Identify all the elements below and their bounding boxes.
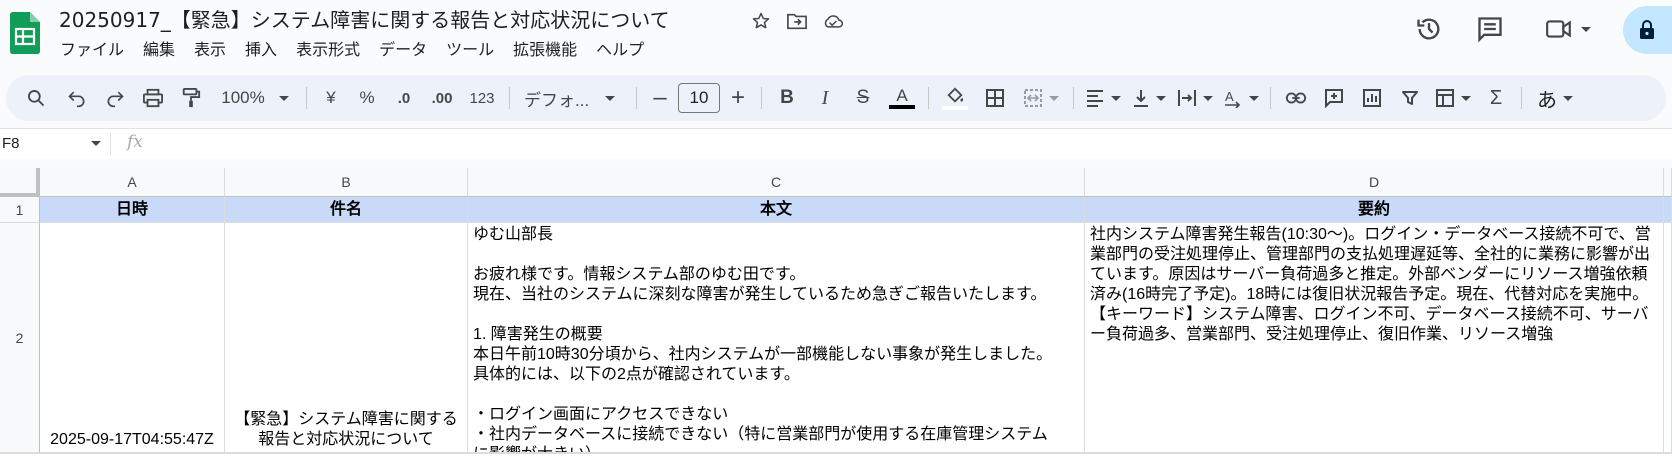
insert-chart-icon[interactable] bbox=[1353, 82, 1391, 114]
column-header-e[interactable] bbox=[1664, 168, 1672, 197]
number-format-button[interactable]: 123 bbox=[461, 82, 503, 114]
menu-file[interactable]: ファイル bbox=[60, 38, 133, 62]
decrease-decimal-label: .0 bbox=[397, 89, 411, 107]
table-icon[interactable] bbox=[1429, 82, 1477, 114]
fx-icon: fx bbox=[127, 132, 143, 152]
merge-cells-icon[interactable] bbox=[1015, 82, 1067, 114]
font-size-value: 10 bbox=[678, 83, 720, 113]
column-header-d[interactable]: D bbox=[1085, 168, 1664, 197]
document-title[interactable]: 20250917_【緊急】システム障害に関する報告と対応状況について bbox=[59, 6, 670, 34]
zoom-select[interactable]: 100% bbox=[210, 82, 300, 114]
row-3 bbox=[0, 453, 1672, 464]
lock-icon bbox=[1640, 20, 1654, 39]
share-button[interactable] bbox=[1623, 6, 1672, 54]
input-mode-label: あ bbox=[1537, 89, 1557, 112]
font-size-increase-button[interactable]: + bbox=[721, 82, 755, 114]
paint-format-icon[interactable] bbox=[172, 82, 210, 114]
cell-b1[interactable]: 件名 bbox=[225, 197, 468, 223]
percent-format-button[interactable]: % bbox=[349, 82, 385, 114]
text-color-icon[interactable]: A bbox=[882, 82, 922, 114]
menu-insert[interactable]: 挿入 bbox=[245, 38, 286, 62]
column-header-a[interactable]: A bbox=[40, 168, 225, 197]
zoom-value: 100% bbox=[221, 88, 265, 107]
valign-bottom-icon[interactable] bbox=[1126, 82, 1172, 114]
row-header-2[interactable]: 2 bbox=[0, 223, 40, 453]
cell-c1[interactable]: 本文 bbox=[468, 197, 1085, 223]
spreadsheet-grid: A B C D 1 2 日時 件名 本文 要約 2025-09-17T04:55… bbox=[0, 168, 1672, 464]
svg-text:A: A bbox=[1225, 89, 1234, 104]
italic-icon[interactable]: I bbox=[806, 82, 844, 114]
link-icon[interactable] bbox=[1277, 82, 1315, 114]
font-family-value: デフォ... bbox=[524, 90, 590, 110]
name-box[interactable]: F8 bbox=[0, 133, 112, 155]
menu-bar: ファイル 編集 表示 挿入 表示形式 データ ツール 拡張機能 ヘルプ bbox=[60, 38, 663, 62]
filter-icon[interactable] bbox=[1391, 82, 1429, 114]
font-size-box[interactable]: 10 bbox=[677, 82, 721, 114]
move-folder-icon[interactable] bbox=[786, 10, 808, 32]
app-header: 20250917_【緊急】システム障害に関する報告と対応状況について ファイル … bbox=[0, 0, 1672, 70]
chevron-down-icon bbox=[91, 141, 101, 146]
text-rotate-icon[interactable]: A bbox=[1218, 82, 1264, 114]
history-icon[interactable] bbox=[1414, 14, 1444, 44]
cell-d1[interactable]: 要約 bbox=[1085, 197, 1664, 223]
name-box-value: F8 bbox=[2, 135, 20, 152]
cell-d2[interactable]: 社内システム障害発生報告(10:30〜)。ログイン・データベース接続不可で、営業… bbox=[1085, 223, 1664, 453]
menu-format[interactable]: 表示形式 bbox=[296, 38, 369, 62]
undo-icon[interactable] bbox=[58, 82, 96, 114]
comment-icon[interactable] bbox=[1475, 14, 1505, 44]
print-icon[interactable] bbox=[134, 82, 172, 114]
column-header-b[interactable]: B bbox=[225, 168, 468, 197]
video-icon[interactable] bbox=[1540, 14, 1596, 44]
column-header-c[interactable]: C bbox=[468, 168, 1085, 197]
toolbar: 100% ¥ % .0 .00 123 デフォ... – 10 + B I S … bbox=[6, 75, 1666, 121]
cell-e2[interactable] bbox=[1664, 223, 1672, 453]
formula-bar: F8 fx bbox=[0, 128, 1672, 159]
input-tools-button[interactable]: あ bbox=[1528, 82, 1582, 114]
insert-comment-icon[interactable] bbox=[1315, 82, 1353, 114]
borders-icon[interactable] bbox=[975, 82, 1015, 114]
search-icon[interactable] bbox=[14, 82, 58, 114]
menu-data[interactable]: データ bbox=[379, 38, 436, 62]
cell-b2[interactable]: 【緊急】システム障害に関する報告と対応状況について bbox=[225, 223, 468, 453]
increase-decimal-button[interactable]: .00 bbox=[423, 82, 461, 114]
font-size-decrease-button[interactable]: – bbox=[643, 82, 677, 114]
menu-view[interactable]: 表示 bbox=[194, 38, 235, 62]
cell-e1[interactable] bbox=[1664, 197, 1672, 223]
cell-c2[interactable]: ゆむ山部長 お疲れ様です。情報システム部のゆむ田です。 現在、当社のシステムに深… bbox=[468, 223, 1085, 453]
font-family-select[interactable]: デフォ... bbox=[516, 82, 630, 114]
cloud-saved-icon[interactable] bbox=[822, 10, 844, 32]
select-all-corner[interactable] bbox=[0, 168, 40, 197]
align-left-icon[interactable] bbox=[1080, 82, 1126, 114]
menu-tools[interactable]: ツール bbox=[446, 38, 503, 62]
fill-color-icon[interactable] bbox=[935, 82, 975, 114]
cell-a2[interactable]: 2025-09-17T04:55:47Z bbox=[40, 223, 225, 453]
decrease-decimal-button[interactable]: .0 bbox=[385, 82, 423, 114]
bold-icon[interactable]: B bbox=[768, 82, 806, 114]
cell-a1[interactable]: 日時 bbox=[40, 197, 225, 223]
currency-format-button[interactable]: ¥ bbox=[313, 82, 349, 114]
sheets-logo-icon[interactable] bbox=[10, 12, 40, 54]
cell-b2-subject: 【緊急】システム障害に関する報告と対応状況について bbox=[234, 411, 458, 448]
menu-help[interactable]: ヘルプ bbox=[596, 38, 653, 62]
sum-icon[interactable]: Σ bbox=[1477, 82, 1515, 114]
menu-edit[interactable]: 編集 bbox=[143, 38, 184, 62]
star-icon[interactable] bbox=[750, 10, 772, 32]
row-header-1[interactable]: 1 bbox=[0, 197, 40, 223]
strikethrough-icon[interactable]: S bbox=[844, 82, 882, 114]
cell-a2-date: 2025-09-17T04:55:47Z bbox=[50, 431, 214, 448]
text-wrap-icon[interactable] bbox=[1172, 82, 1218, 114]
increase-decimal-label: .00 bbox=[431, 89, 453, 107]
redo-icon[interactable] bbox=[96, 82, 134, 114]
menu-extensions[interactable]: 拡張機能 bbox=[513, 38, 586, 62]
